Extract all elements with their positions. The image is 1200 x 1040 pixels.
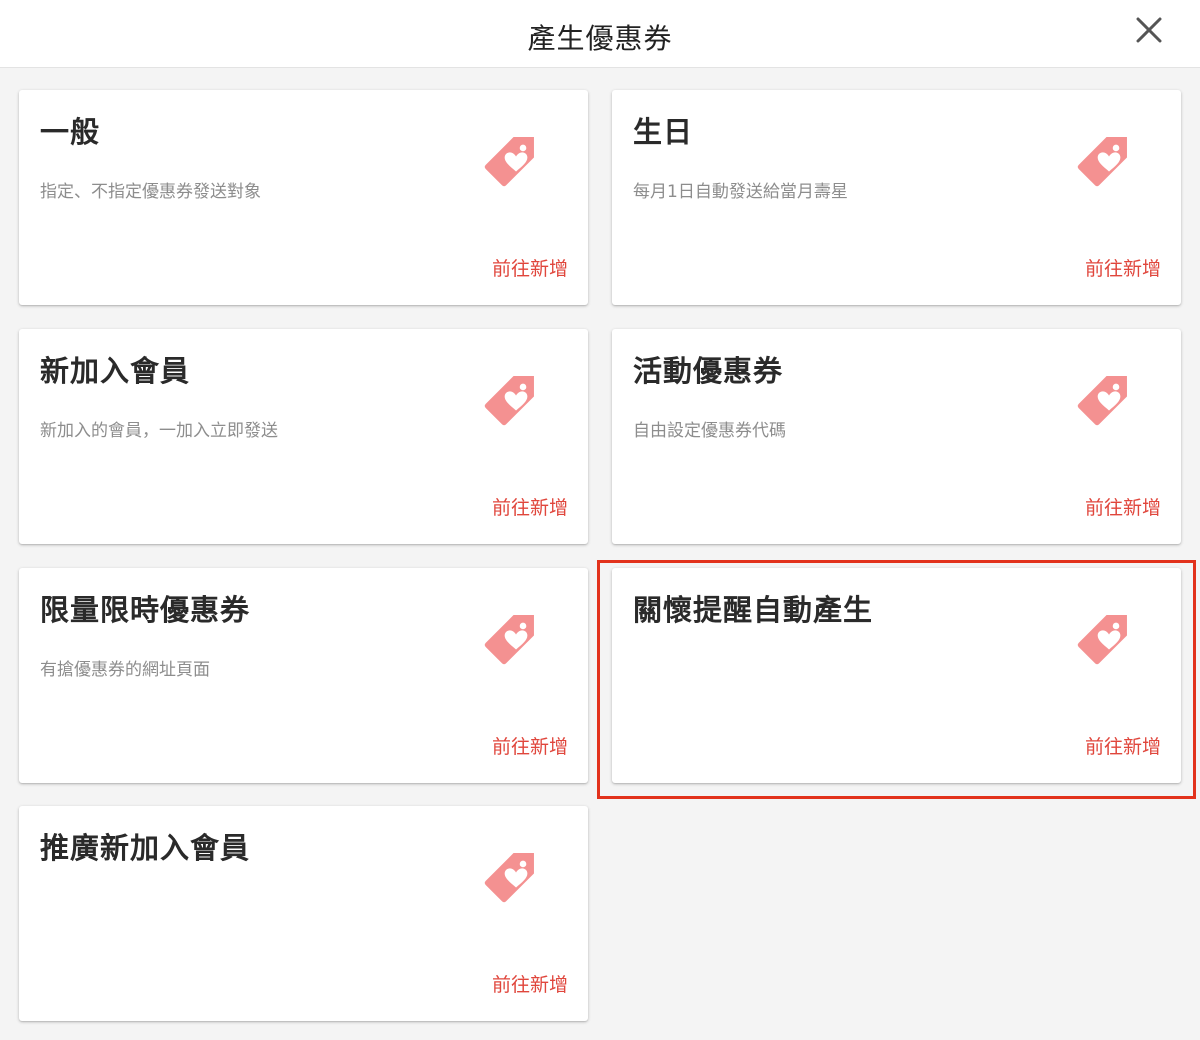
close-icon[interactable] xyxy=(1130,12,1168,50)
tag-heart-icon xyxy=(1077,615,1127,665)
card-description: 有搶優惠券的網址頁面 xyxy=(40,660,210,680)
card-create-link[interactable]: 前往新增 xyxy=(1085,495,1161,521)
dialog-title: 產生優惠券 xyxy=(527,22,673,55)
card-title: 關懷提醒自動產生 xyxy=(633,593,874,627)
coupon-card-referral[interactable]: 推廣新加入會員 前往新增 xyxy=(19,806,588,1021)
close-button[interactable] xyxy=(1130,12,1168,50)
tag-heart-icon xyxy=(484,137,534,187)
coupon-card-care-reminder[interactable]: 關懷提醒自動產生 前往新增 xyxy=(612,568,1181,783)
coupon-card-limited[interactable]: 限量限時優惠券 有搶優惠券的網址頁面 前往新增 xyxy=(19,568,588,783)
card-title: 新加入會員 xyxy=(40,354,191,388)
tag-heart-icon xyxy=(1077,137,1127,187)
card-description: 指定、不指定優惠券發送對象 xyxy=(40,182,261,202)
coupon-card-new-member[interactable]: 新加入會員 新加入的會員，一加入立即發送 前往新增 xyxy=(19,329,588,544)
card-create-link[interactable]: 前往新增 xyxy=(492,734,568,760)
card-title: 推廣新加入會員 xyxy=(40,831,251,865)
tag-heart-icon xyxy=(1077,376,1127,426)
card-title: 生日 xyxy=(633,115,694,149)
card-title: 一般 xyxy=(40,115,101,149)
dialog-header: 產生優惠券 xyxy=(0,0,1200,68)
coupon-card-birthday[interactable]: 生日 每月1日自動發送給當月壽星 前往新增 xyxy=(612,90,1181,305)
card-create-link[interactable]: 前往新增 xyxy=(492,495,568,521)
card-description: 新加入的會員，一加入立即發送 xyxy=(40,421,278,441)
card-title: 活動優惠券 xyxy=(633,354,784,388)
card-create-link[interactable]: 前往新增 xyxy=(1085,734,1161,760)
coupon-card-event[interactable]: 活動優惠券 自由設定優惠券代碼 前往新增 xyxy=(612,329,1181,544)
tag-heart-icon xyxy=(484,615,534,665)
coupon-card-general[interactable]: 一般 指定、不指定優惠券發送對象 前往新增 xyxy=(19,90,588,305)
card-create-link[interactable]: 前往新增 xyxy=(492,972,568,998)
card-create-link[interactable]: 前往新增 xyxy=(1085,256,1161,282)
card-create-link[interactable]: 前往新增 xyxy=(492,256,568,282)
tag-heart-icon xyxy=(484,376,534,426)
card-description: 自由設定優惠券代碼 xyxy=(633,421,786,441)
card-description: 每月1日自動發送給當月壽星 xyxy=(633,182,848,202)
tag-heart-icon xyxy=(484,853,534,903)
card-title: 限量限時優惠券 xyxy=(40,593,251,627)
